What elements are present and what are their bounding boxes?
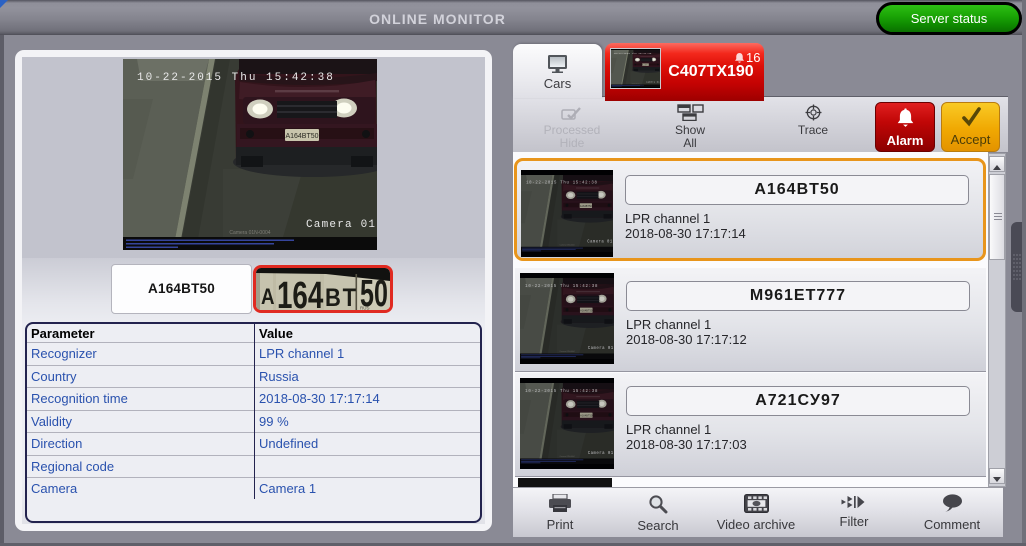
svg-text:RUS: RUS <box>360 306 370 311</box>
svg-text:A: A <box>261 286 275 310</box>
svg-text:50: 50 <box>360 272 388 310</box>
svg-text:BT: BT <box>325 284 358 310</box>
svg-text:164: 164 <box>277 275 324 310</box>
